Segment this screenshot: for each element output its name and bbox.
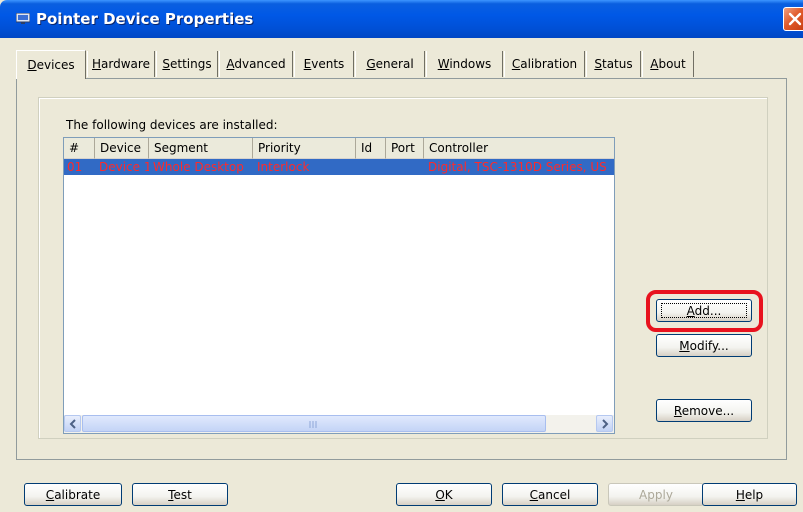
cell-device: Device 1 [99, 160, 149, 174]
tab-calibration[interactable]: Calibration [504, 51, 585, 77]
tab-devices[interactable]: Devices [16, 50, 86, 79]
cell-number: 01 [67, 160, 83, 174]
chevron-left-icon [69, 419, 76, 429]
table-row[interactable]: 01 Device 1 Whole Desktop Interlock Digi… [64, 159, 614, 175]
chevron-right-icon [602, 419, 609, 429]
tab-general[interactable]: General [355, 51, 425, 77]
add-button[interactable]: Add... [656, 299, 752, 322]
tab-hardware[interactable]: Hardware [87, 51, 155, 77]
tab-advanced[interactable]: Advanced [219, 51, 293, 77]
tab-about[interactable]: About [642, 51, 694, 77]
tab-status[interactable]: Status [586, 51, 641, 77]
cell-port [388, 159, 424, 175]
title-bar[interactable]: Pointer Device Properties [0, 0, 803, 38]
scroll-thumb[interactable] [82, 415, 546, 432]
column-header-device[interactable]: Device [95, 138, 149, 159]
ok-button[interactable]: OK [396, 483, 492, 506]
column-header-segment[interactable]: Segment [149, 138, 253, 159]
cell-controller: Digital, TSC-1310D Series, US [428, 160, 607, 174]
pointer-device-icon [16, 13, 30, 24]
close-button[interactable] [783, 7, 803, 31]
horizontal-scrollbar[interactable] [64, 415, 614, 433]
scroll-right-button[interactable] [596, 415, 613, 432]
scroll-left-button[interactable] [64, 415, 81, 432]
cancel-button[interactable]: Cancel [502, 483, 598, 506]
devices-list-header: # Device Segment Priority Id Port Contro… [64, 138, 614, 159]
column-header-port[interactable]: Port [386, 138, 424, 159]
column-header-id[interactable]: Id [356, 138, 386, 159]
cell-id [358, 159, 386, 175]
cell-priority: Interlock [257, 160, 310, 174]
apply-button[interactable]: Apply [608, 483, 704, 506]
column-header-number[interactable]: # [64, 138, 95, 159]
tab-events[interactable]: Events [294, 51, 354, 77]
window-title: Pointer Device Properties [36, 10, 254, 28]
modify-button[interactable]: Modify... [656, 334, 752, 357]
close-icon [788, 12, 802, 26]
tab-settings[interactable]: Settings [156, 51, 218, 77]
column-header-priority[interactable]: Priority [253, 138, 356, 159]
column-header-controller[interactable]: Controller [424, 138, 614, 159]
tab-windows[interactable]: Windows [426, 51, 503, 77]
calibrate-button[interactable]: Calibrate [24, 483, 122, 506]
grip-icon [309, 421, 317, 428]
devices-list[interactable]: # Device Segment Priority Id Port Contro… [63, 137, 615, 434]
cell-segment: Whole Desktop [153, 160, 244, 174]
remove-button[interactable]: Remove... [656, 399, 752, 422]
focus-indicator [661, 303, 747, 318]
test-button[interactable]: Test [132, 483, 228, 506]
devices-list-label: The following devices are installed: [66, 118, 278, 132]
help-button[interactable]: Help [702, 483, 797, 506]
